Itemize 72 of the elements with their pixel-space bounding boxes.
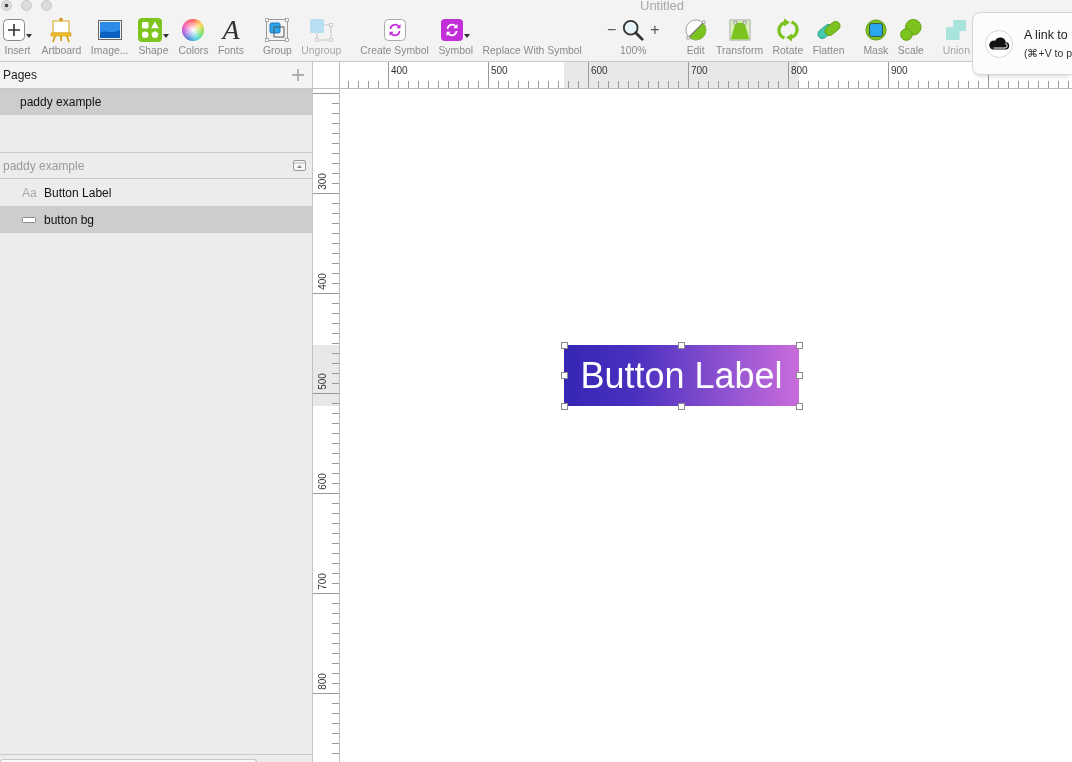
ruler-label: 300	[316, 171, 328, 191]
resize-handle[interactable]	[795, 341, 803, 349]
color-wheel-icon	[182, 19, 205, 41]
ruler-label: 400	[316, 271, 328, 291]
ruler-label: 600	[591, 65, 608, 76]
toolbar-button[interactable]: Rotate	[772, 17, 804, 57]
window-title: Untitled	[640, 0, 685, 11]
plus-icon[interactable]	[292, 69, 304, 81]
text-layer-icon: Aa	[22, 185, 36, 200]
plus-square-icon	[3, 19, 25, 41]
resize-handle[interactable]	[795, 402, 803, 410]
ruler-label: 600	[316, 471, 328, 491]
toolbar-button[interactable]: Replace With Symbol	[482, 17, 582, 57]
union-shapes-icon	[946, 20, 967, 40]
vector-edit-icon	[684, 19, 707, 41]
toolbar-button[interactable]: A Fonts	[217, 17, 244, 57]
resize-handle[interactable]	[795, 372, 803, 379]
cloud-icon	[985, 29, 1013, 58]
toolbar-button[interactable]: Flatten	[812, 17, 845, 57]
trapezoid-icon	[728, 19, 751, 41]
zoom-level-label: 100%	[619, 44, 647, 57]
ruler-label: 500	[491, 65, 508, 76]
ruler-label: 800	[791, 65, 808, 76]
search-icon[interactable]	[622, 19, 645, 41]
resize-handle[interactable]	[678, 341, 685, 349]
symbol-icon	[383, 19, 406, 41]
ungroup-icon	[309, 18, 334, 42]
page-item[interactable]: paddy example	[0, 89, 312, 115]
ruler-label: 500	[316, 371, 328, 391]
filter-field[interactable]	[0, 759, 257, 762]
notification-title: A link to	[1024, 27, 1069, 43]
shapes-icon	[137, 18, 162, 42]
image-icon	[97, 18, 122, 42]
toolbar-button[interactable]: Colors	[178, 17, 209, 57]
toolbar-button[interactable]: Group	[262, 17, 292, 57]
resize-handle[interactable]	[678, 402, 685, 410]
layer-item[interactable]: button bg	[0, 206, 312, 233]
easel-icon	[49, 18, 74, 42]
notification-hint: (⌘+V to p	[1024, 46, 1072, 60]
panel-title: Pages	[3, 68, 38, 82]
toolbar-button[interactable]: Insert	[3, 17, 32, 57]
resize-handle[interactable]	[560, 402, 568, 410]
toolbar-button[interactable]: Shape	[137, 17, 169, 57]
symbol-icon	[441, 19, 464, 41]
collapse-icon[interactable]	[293, 160, 306, 171]
toolbar-button[interactable]: Mask	[863, 17, 889, 57]
layer-item[interactable]: Aa Button Label	[0, 179, 312, 206]
overlapping-pills-icon	[816, 18, 841, 42]
zoom-in-button[interactable]: +	[650, 22, 660, 38]
two-circles-icon	[899, 19, 922, 41]
toolbar-button[interactable]: Scale	[897, 17, 924, 57]
zoom-out-button[interactable]: −	[606, 22, 617, 38]
toolbar-button[interactable]: Artboard	[41, 17, 82, 57]
font-icon: A	[222, 17, 240, 43]
ruler-label: 400	[391, 65, 408, 76]
ruler-label: 700	[691, 65, 708, 76]
toolbar-button[interactable]: Symbol	[438, 17, 474, 57]
resize-handle[interactable]	[560, 372, 568, 379]
rectangle-icon	[22, 216, 36, 223]
layer-group-title: paddy example	[3, 158, 85, 173]
rotate-arrows-icon	[775, 18, 800, 42]
toolbar-button[interactable]: Edit	[684, 17, 707, 57]
toolbar-button[interactable]: Transform	[716, 17, 764, 57]
group-icon	[265, 18, 290, 42]
ruler-label: 700	[316, 571, 328, 591]
toolbar-button[interactable]: Image...	[90, 17, 129, 57]
close-button[interactable]	[1, 0, 12, 11]
ruler-label: 800	[316, 671, 328, 691]
ruler-label: 900	[891, 65, 908, 76]
toolbar-button[interactable]: Create Symbol	[360, 17, 429, 57]
gradient-button-shape: Button Label	[564, 345, 799, 406]
resize-handle[interactable]	[560, 341, 568, 349]
